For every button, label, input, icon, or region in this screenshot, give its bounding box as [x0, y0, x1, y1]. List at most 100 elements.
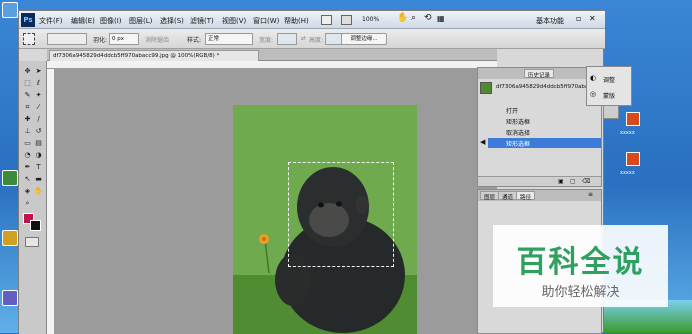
eyedropper-icon[interactable]: ⁄: [34, 103, 43, 112]
menu-view[interactable]: 视图(V): [222, 16, 246, 26]
style-select[interactable]: 正常: [205, 33, 253, 45]
zoom-tool-icon[interactable]: ⌕: [23, 199, 32, 208]
brush-icon[interactable]: ∕: [34, 115, 43, 124]
menu-bar: Ps 文件(F) 编辑(E) 图像(I) 图层(L) 选择(S) 滤镜(T) 视…: [19, 11, 605, 29]
desktop-icon[interactable]: [2, 170, 18, 186]
tab-layers[interactable]: 图层: [480, 191, 500, 201]
pen-icon[interactable]: ✒: [23, 163, 32, 172]
toolbox: ✥ ➤ ⬚ ℓ ✎ ✦ ⌗ ⁄ ✚ ∕ ⊥ ↺ ▭ ▤ ◔ ◑ ✒ T ↖ ▬ …: [19, 61, 47, 334]
mask-icon[interactable]: ◎: [590, 90, 596, 98]
minimize-icon[interactable]: ▫: [576, 14, 581, 23]
canvas-area[interactable]: [55, 69, 497, 334]
quick-select-icon[interactable]: ✎: [23, 91, 32, 100]
zoom-icon[interactable]: ⌕: [411, 13, 416, 23]
menu-image[interactable]: 图像(I): [100, 16, 122, 26]
desktop-icon-label: xxxxx: [620, 130, 635, 136]
feather-value: 0 px: [112, 36, 124, 42]
dodge-icon[interactable]: ◑: [34, 151, 43, 160]
menu-filter[interactable]: 滤镜(T): [190, 16, 214, 26]
close-icon[interactable]: ✕: [589, 14, 596, 23]
move-icon[interactable]: ✥: [23, 67, 32, 76]
desktop-icon[interactable]: [2, 2, 18, 18]
trash-icon[interactable]: ⌫: [582, 178, 590, 185]
background-color-swatch[interactable]: [30, 220, 41, 231]
eraser-icon[interactable]: ▭: [23, 139, 32, 148]
stamp-icon[interactable]: ⊥: [23, 127, 32, 136]
type-icon[interactable]: T: [34, 163, 43, 172]
marquee-selection[interactable]: [288, 162, 394, 267]
document-icon[interactable]: [626, 152, 640, 166]
history-tabbar: 历史记录 ≡: [478, 68, 601, 79]
document-tab-bar: df7306a945829d4ddcb5ff970abacc99.jpg @ 1…: [47, 49, 497, 61]
wand-icon[interactable]: ✦: [34, 91, 43, 100]
desktop-icon[interactable]: [2, 290, 18, 306]
options-bar: 羽化: 0 px 消除锯齿 样式: 正常 宽度: ⇄ 高度: 调整边缘...: [19, 29, 605, 49]
gradient-icon[interactable]: ▤: [34, 139, 43, 148]
adjust-icon[interactable]: ◐: [590, 74, 596, 82]
selection-mode-buttons[interactable]: [47, 33, 87, 45]
arrange-icon[interactable]: [341, 15, 352, 25]
workspace-switcher[interactable]: 基本功能: [536, 16, 564, 26]
quick-mask-icon[interactable]: [25, 237, 39, 247]
history-brush-icon[interactable]: ↺: [34, 127, 43, 136]
style-value: 正常: [208, 36, 220, 42]
lasso-icon[interactable]: ℓ: [34, 79, 43, 88]
blur-icon[interactable]: ◔: [23, 151, 32, 160]
panel-menu-icon[interactable]: ≡: [588, 191, 593, 198]
marquee-tool-preset-icon[interactable]: [23, 33, 35, 45]
style-label: 样式:: [187, 37, 202, 44]
antialias-checkbox[interactable]: 消除锯齿: [145, 35, 169, 44]
grid-icon[interactable]: ▦: [437, 14, 445, 23]
width-input[interactable]: [277, 33, 297, 45]
desktop-icon[interactable]: [2, 230, 18, 246]
desktop-icon-label: xxxxx: [620, 170, 635, 176]
hand-icon[interactable]: ✋: [397, 13, 408, 23]
path-select-icon[interactable]: ↖: [23, 175, 32, 184]
history-item[interactable]: 取消选择: [488, 127, 601, 137]
width-label: 宽度:: [259, 37, 274, 44]
snapshot-name[interactable]: df7306a945829d4ddcb5ff970abacc...: [496, 84, 600, 90]
document-image[interactable]: [233, 105, 417, 334]
document-icon[interactable]: [626, 112, 640, 126]
menu-help[interactable]: 帮助(H): [284, 16, 309, 26]
history-footer: ▣ ▢ ⌫: [478, 176, 601, 186]
tab-paths[interactable]: 路径: [516, 191, 536, 201]
layers-tabbar: 图层 通道 路径 ≡: [478, 190, 601, 201]
crop-icon[interactable]: ⌗: [23, 103, 32, 112]
menu-edit[interactable]: 编辑(E): [71, 16, 95, 26]
swap-icon[interactable]: ⇄: [301, 35, 306, 42]
zoom-level[interactable]: 100%: [362, 16, 379, 23]
history-item[interactable]: 打开: [488, 105, 601, 115]
ps-logo-icon[interactable]: Ps: [21, 13, 35, 27]
marquee-icon[interactable]: ⬚: [23, 79, 32, 88]
menu-layer[interactable]: 图层(L): [129, 16, 152, 26]
refine-edge-label: 调整边缘...: [350, 36, 378, 42]
hand-tool-icon[interactable]: ✋: [34, 187, 43, 196]
watermark-subtitle: 助你轻松解决: [541, 285, 620, 300]
new-snapshot-icon[interactable]: ▢: [570, 178, 576, 185]
tab-history[interactable]: 历史记录: [524, 69, 555, 79]
menu-select[interactable]: 选择(S): [160, 16, 184, 26]
heal-icon[interactable]: ✚: [23, 115, 32, 124]
history-item[interactable]: 矩形选框: [488, 116, 601, 126]
document-tab[interactable]: df7306a945829d4ddcb5ff970abacc99.jpg @ 1…: [49, 50, 259, 61]
shape-icon[interactable]: ▬: [34, 175, 43, 184]
new-document-icon[interactable]: ▣: [558, 178, 564, 185]
menu-window[interactable]: 窗口(W): [253, 16, 279, 26]
snapshot-thumbnail[interactable]: [480, 82, 492, 94]
refine-edge-button[interactable]: 调整边缘...: [341, 33, 387, 45]
menu-file[interactable]: 文件(F): [39, 16, 63, 26]
bridge-icon[interactable]: [321, 15, 332, 25]
3d-icon[interactable]: ◈: [23, 187, 32, 196]
watermark-box: 百科全说 助你轻松解决: [493, 225, 668, 307]
arrow-icon[interactable]: ➤: [34, 67, 43, 76]
feather-input[interactable]: 0 px: [109, 33, 139, 45]
tab-channels[interactable]: 通道: [498, 191, 518, 201]
adjust-label[interactable]: 调整: [603, 75, 615, 84]
rotate-icon[interactable]: ⟲: [424, 13, 432, 23]
mask-label[interactable]: 蒙版: [603, 91, 615, 100]
history-item-selected[interactable]: 矩形选框: [488, 138, 601, 148]
height-label: 高度:: [309, 37, 324, 44]
feather-label: 羽化:: [93, 37, 108, 44]
ruler-horizontal: [47, 61, 497, 69]
